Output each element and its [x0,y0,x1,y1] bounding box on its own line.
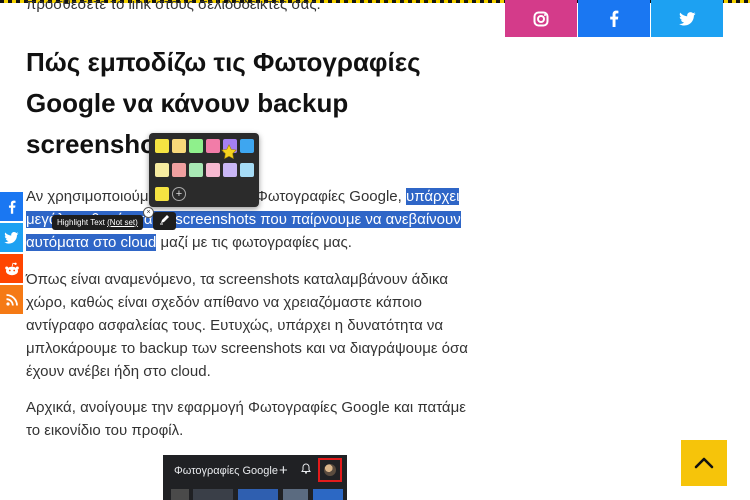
swatch-light-red[interactable] [172,163,186,177]
share-twitter-button[interactable] [651,0,723,37]
share-instagram-button[interactable] [505,0,577,37]
chevron-up-icon [694,457,714,469]
swatch-blue[interactable] [240,139,254,153]
pen-icon [159,215,169,225]
highlight-color-picker [149,133,259,207]
embedded-app-screenshot: Φωτογραφίες Google + [163,455,347,500]
share-bar-side [0,192,23,316]
swatch-light-yellow[interactable] [155,163,169,177]
blurred-thumb [193,489,233,500]
profile-avatar [318,458,342,482]
swatch-pink[interactable] [206,139,220,153]
swatch-current[interactable] [155,187,169,201]
article-paragraph-2: Όπως είναι αναμενόμενο, τα screenshots κ… [26,271,468,380]
notification-icon [301,463,311,477]
side-share-facebook-button[interactable] [0,192,23,221]
paragraph-1-rest: μαζί με τις φωτογραφίες μας. [156,234,352,251]
side-share-rss-button[interactable] [0,285,23,314]
highlight-pen-button[interactable] [153,212,176,230]
facebook-icon [8,200,16,214]
swatch-orange[interactable] [172,139,186,153]
article-paragraph-3: Αρχικά, ανοίγουμε την εφαρμογή Φωτογραφί… [26,399,466,439]
side-share-twitter-button[interactable] [0,223,23,252]
share-bar-top [505,0,724,37]
tooltip-label: Highlight Text [57,218,105,227]
side-share-reddit-button[interactable] [0,254,23,283]
reddit-icon [4,262,19,275]
facebook-icon [610,10,619,27]
share-facebook-button[interactable] [578,0,650,37]
twitter-icon [678,11,696,26]
swatch-yellow[interactable] [155,139,169,153]
twitter-icon [4,231,19,244]
swatch-light-purple[interactable] [223,163,237,177]
rss-icon [5,293,18,306]
highlight-tooltip: Highlight Text (Not set) [52,215,143,230]
blurred-thumb [283,489,308,500]
blurred-thumb [171,489,189,500]
blurred-thumb [238,489,278,500]
swatch-light-pink[interactable] [206,163,220,177]
scroll-to-top-button[interactable] [681,440,727,486]
avatar-image [324,464,336,476]
swatch-green[interactable] [189,139,203,153]
blurred-thumb [313,489,343,500]
embed-app-title: Φωτογραφίες Google [174,465,278,477]
swatch-light-green[interactable] [189,163,203,177]
embed-add-icon: + [279,462,288,479]
swatch-light-blue[interactable] [240,163,254,177]
star-icon [221,144,237,160]
add-color-button[interactable]: + [172,187,186,201]
instagram-icon [533,11,549,26]
tooltip-status[interactable]: (Not set) [107,218,138,227]
partial-paragraph-line: προσθέσετε το link στους σελιδοδείκτες σ… [26,0,321,13]
